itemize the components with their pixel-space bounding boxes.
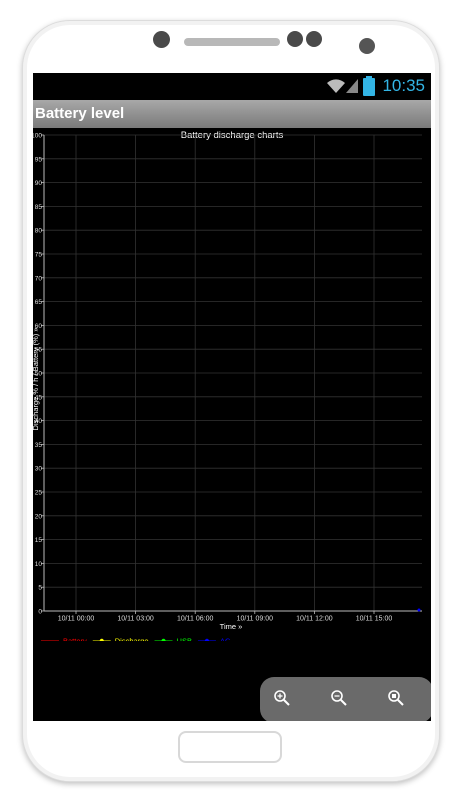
wifi-icon (327, 79, 345, 93)
battery-chart[interactable]: 0510152025303540455055606570758085909510… (33, 131, 431, 641)
y-tick-label: 80 (35, 228, 43, 235)
sensor-left (287, 31, 303, 47)
legend-marker (161, 638, 166, 641)
legend-marker (204, 638, 210, 641)
action-bar: Battery level (33, 100, 431, 128)
speaker-grille (184, 38, 280, 46)
home-button[interactable] (178, 731, 282, 763)
status-time: 10:35 (382, 76, 425, 95)
y-axis-label: Discharge % / h / Battery (%) » (33, 328, 40, 431)
y-tick-label: 95 (35, 156, 43, 163)
x-axis-label: Time » (220, 622, 243, 631)
rear-camera (359, 38, 375, 54)
y-tick-label: 30 (35, 466, 43, 473)
status-bar: 10:35 (33, 73, 431, 99)
y-tick-label: 85 (35, 204, 43, 211)
y-tick-label: 35 (35, 442, 43, 449)
y-tick-label: 70 (35, 275, 43, 282)
screen: 10:35 Battery level Battery discharge ch… (33, 73, 431, 721)
y-tick-label: 90 (35, 180, 43, 187)
x-tick-label: 10/11 12:00 (296, 616, 333, 623)
y-tick-label: 65 (35, 299, 43, 306)
legend-label: USB (177, 637, 192, 642)
zoom-in-icon[interactable] (273, 689, 291, 707)
x-tick-label: 10/11 06:00 (177, 616, 214, 623)
y-tick-label: 20 (35, 513, 43, 520)
legend-label: Battery (63, 637, 87, 642)
y-tick-label: 100 (33, 133, 42, 140)
x-tick-label: 10/11 15:00 (356, 616, 393, 623)
y-tick-label: 0 (38, 609, 42, 616)
page-title: Battery level (35, 105, 125, 122)
legend-label: Discharge (115, 637, 149, 642)
y-tick-label: 75 (35, 252, 43, 259)
legend-label: AC (220, 637, 231, 642)
legend-marker (99, 638, 104, 641)
signal-icon (346, 79, 358, 93)
zoom-controls (260, 677, 431, 721)
y-tick-label: 15 (35, 537, 43, 544)
x-tick-label: 10/11 00:00 (58, 616, 95, 623)
ac-series-point (417, 608, 421, 612)
y-tick-label: 25 (35, 490, 43, 497)
sensor-right (306, 31, 322, 47)
battery-icon (363, 76, 375, 96)
front-camera (153, 31, 170, 48)
zoom-out-icon[interactable] (330, 689, 348, 707)
y-tick-label: 10 (35, 561, 43, 568)
zoom-reset-icon[interactable] (387, 689, 405, 707)
y-tick-label: 5 (38, 585, 42, 592)
x-tick-label: 10/11 03:00 (117, 616, 154, 623)
